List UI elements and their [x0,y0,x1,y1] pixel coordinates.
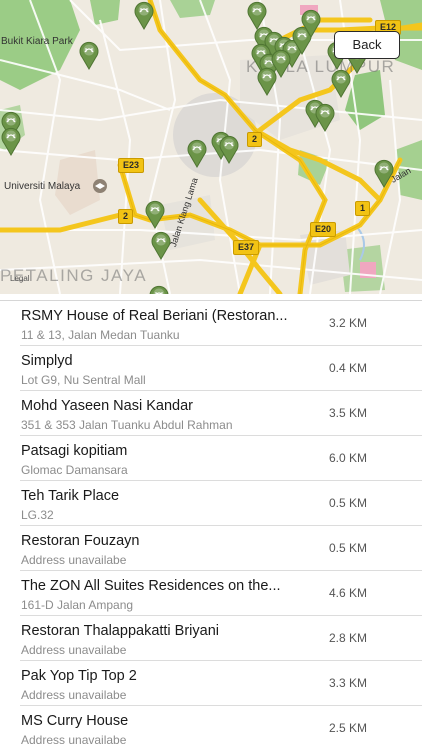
route-shield-e20: E20 [310,222,337,237]
restaurant-address: Address unavailabe [21,643,127,657]
halal-restaurant-pin-icon[interactable] [186,138,208,168]
list-item[interactable]: MS Curry House Address unavailabe 2.5 KM [20,706,422,750]
list-item[interactable]: Teh Tarik Place LG.32 0.5 KM [20,481,422,526]
restaurant-address: Address unavailabe [21,553,127,567]
restaurant-name: Simplyd [21,353,73,369]
restaurant-name: MS Curry House [21,713,129,729]
restaurant-address: 161-D Jalan Ampang [21,598,134,612]
halal-restaurant-pin-icon[interactable] [148,284,170,294]
restaurant-address: 11 & 13, Jalan Medan Tuanku [21,328,180,342]
restaurant-address: Lot G9, Nu Sentral Mall [21,373,146,387]
route-shield-2: 2 [247,132,263,147]
route-shield-2: 2 [118,209,134,224]
restaurant-name: Patsagi kopitiam [21,443,128,459]
halal-restaurant-pin-icon[interactable] [144,199,166,229]
halal-restaurant-pin-icon[interactable] [0,126,22,156]
list-item[interactable]: The ZON All Suites Residences on the... … [20,571,422,616]
restaurant-name: Mohd Yaseen Nasi Kandar [21,398,193,414]
halal-restaurant-pin-icon[interactable] [78,40,100,70]
halal-restaurant-pin-icon[interactable] [373,158,395,188]
restaurant-distance: 0.5 KM [329,496,368,510]
restaurant-distance: 6.0 KM [329,451,368,465]
restaurant-distance: 3.2 KM [329,316,368,330]
restaurant-name: RSMY House of Real Beriani (Restoran... [21,308,288,324]
route-shield-e23: E23 [118,158,145,173]
restaurant-name: Teh Tarik Place [21,488,120,504]
restaurant-distance: 2.8 KM [329,631,368,645]
restaurant-name: Restoran Thalappakatti Briyani [21,623,220,639]
halal-restaurant-pin-icon[interactable] [150,230,172,260]
restaurant-list[interactable]: RSMY House of Real Beriani (Restoran... … [0,300,422,750]
halal-restaurant-pin-icon[interactable] [314,102,336,132]
restaurant-address: LG.32 [21,508,54,522]
restaurant-name: Pak Yop Tip Top 2 [21,668,137,684]
list-item[interactable]: Restoran Thalappakatti Briyani Address u… [20,616,422,661]
halal-restaurant-pin-icon[interactable] [330,68,352,98]
map-view[interactable]: Bukit Kiara Park Universiti Malaya KUALA… [0,0,422,294]
restaurant-distance: 3.5 KM [329,406,368,420]
list-item[interactable]: RSMY House of Real Beriani (Restoran... … [20,301,422,346]
restaurant-address: 351 & 353 Jalan Tuanku Abdul Rahman [21,418,233,432]
list-item[interactable]: Patsagi kopitiam Glomac Damansara 6.0 KM [20,436,422,481]
restaurant-distance: 0.5 KM [329,541,368,555]
list-item[interactable]: Pak Yop Tip Top 2 Address unavailabe 3.3… [20,661,422,706]
restaurant-address: Address unavailabe [21,733,127,747]
route-shield-e37: E37 [233,240,260,255]
halal-restaurant-pin-icon[interactable] [300,8,322,38]
map-label-bukit-kiara: Bukit Kiara Park [1,36,73,47]
map-legal-link[interactable]: Legal [10,274,30,283]
list-item[interactable]: Simplyd Lot G9, Nu Sentral Mall 0.4 KM [20,346,422,391]
restaurant-distance: 2.5 KM [329,721,368,735]
halal-restaurant-pin-icon[interactable] [133,0,155,30]
list-item[interactable]: Restoran Fouzayn Address unavailabe 0.5 … [20,526,422,571]
route-shield-1: 1 [355,201,371,216]
restaurant-name: Restoran Fouzayn [21,533,140,549]
restaurant-name: The ZON All Suites Residences on the... [21,578,281,594]
back-button[interactable]: Back [334,31,400,59]
restaurant-distance: 3.3 KM [329,676,368,690]
restaurant-distance: 0.4 KM [329,361,368,375]
restaurant-address: Address unavailabe [21,688,127,702]
map-label-universiti-malaya: Universiti Malaya [4,181,81,192]
restaurant-distance: 4.6 KM [329,586,368,600]
halal-restaurant-pin-icon[interactable] [256,66,278,96]
restaurant-address: Glomac Damansara [21,463,128,477]
list-item[interactable]: Mohd Yaseen Nasi Kandar 351 & 353 Jalan … [20,391,422,436]
halal-restaurant-pin-icon[interactable] [218,134,240,164]
